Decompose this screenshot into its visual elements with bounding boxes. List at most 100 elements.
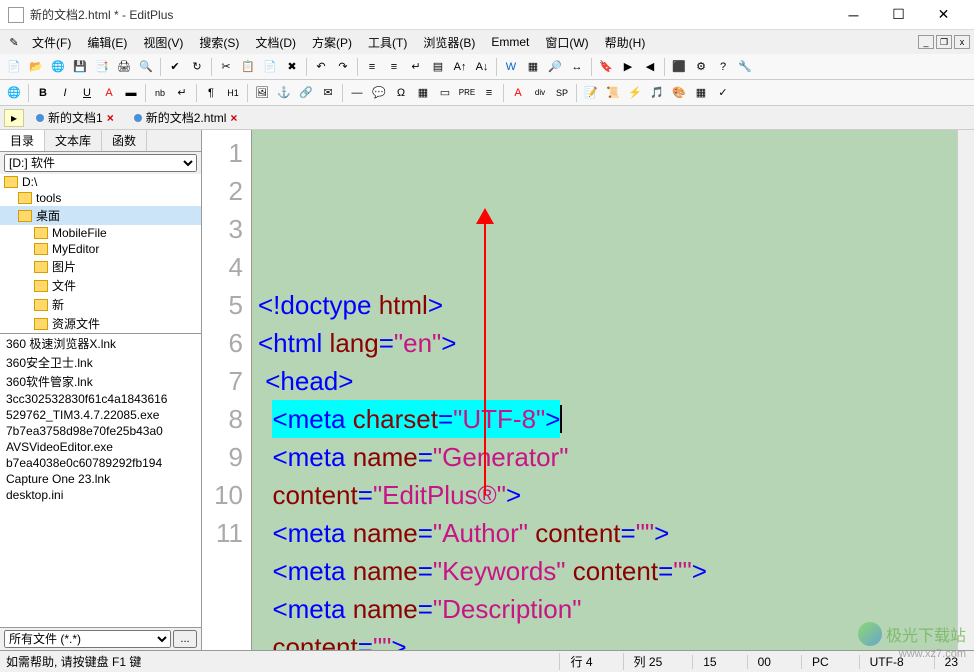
js-icon[interactable]: 📜	[603, 83, 623, 103]
menu-project[interactable]: 方案(P)	[304, 32, 360, 53]
span-icon[interactable]: SP	[552, 83, 572, 103]
menu-search[interactable]: 搜索(S)	[191, 32, 247, 53]
new-file-icon[interactable]: 📄	[4, 57, 24, 77]
paste-icon[interactable]: 📄	[260, 57, 280, 77]
indent-left-icon[interactable]: ≡	[362, 57, 382, 77]
code-area[interactable]: <!doctype html><html lang="en"> <head> <…	[252, 130, 957, 650]
form-icon[interactable]: ▭	[435, 83, 455, 103]
font-dec-icon[interactable]: A↓	[472, 57, 492, 77]
close-button[interactable]: ✕	[921, 0, 966, 30]
tree-node[interactable]: 图片	[0, 257, 201, 276]
underline-icon[interactable]: U	[77, 83, 97, 103]
tree-node[interactable]: MyEditor	[0, 241, 201, 257]
heading-icon[interactable]: H1	[223, 83, 243, 103]
toggle-1-icon[interactable]: ▦	[523, 57, 543, 77]
redo-icon[interactable]: ↷	[333, 57, 353, 77]
bookmark-next-icon[interactable]: ▶	[618, 57, 638, 77]
print-preview-icon[interactable]: 🔍	[136, 57, 156, 77]
font-inc-icon[interactable]: A↑	[450, 57, 470, 77]
code-line[interactable]: <html lang="en">	[258, 324, 951, 362]
bookmark-icon[interactable]: 🔖	[596, 57, 616, 77]
menu-tools[interactable]: 工具(T)	[360, 32, 415, 53]
file-list[interactable]: 360 极速浏览器X.lnk360安全卫士.lnk360软件管家.lnk3cc3…	[0, 334, 201, 628]
delete-icon[interactable]: ✖	[282, 57, 302, 77]
file-item[interactable]: 529762_TIM3.4.7.22085.exe	[0, 407, 201, 423]
menu-file[interactable]: 文件(F)	[24, 32, 79, 53]
hr-icon[interactable]: —	[347, 83, 367, 103]
file-item[interactable]: 7b7ea3758d98e70fe25b43a0	[0, 423, 201, 439]
para-icon[interactable]: ¶	[201, 83, 221, 103]
css-icon[interactable]: 📝	[581, 83, 601, 103]
code-line[interactable]: <meta name="Keywords" content="">	[258, 552, 951, 590]
app-menu-icon[interactable]: ✎	[4, 32, 24, 52]
spellcheck-icon[interactable]: ✔	[165, 57, 185, 77]
filter-apply-button[interactable]: ...	[173, 630, 197, 648]
file-item[interactable]: desktop.ini	[0, 487, 201, 503]
bookmark-prev-icon[interactable]: ◀	[640, 57, 660, 77]
indent-right-icon[interactable]: ≡	[384, 57, 404, 77]
file-item[interactable]: b7ea4038e0c60789292fb194	[0, 455, 201, 471]
break-icon[interactable]: ↵	[172, 83, 192, 103]
script-icon[interactable]: A	[508, 83, 528, 103]
tab-doc2[interactable]: 新的文档2.html ×	[126, 107, 246, 128]
menu-browser[interactable]: 浏览器(B)	[415, 32, 483, 53]
tab-close-icon[interactable]: ×	[107, 111, 114, 125]
save-all-icon[interactable]: 📑	[92, 57, 112, 77]
replace-icon[interactable]: ↔	[567, 57, 587, 77]
maximize-button[interactable]: ☐	[876, 0, 921, 30]
media-icon[interactable]: 🎵	[647, 83, 667, 103]
drive-selector[interactable]: [D:] 软件	[4, 154, 197, 172]
sidebar-tab-cliptext[interactable]: 文本库	[45, 130, 102, 151]
flash-icon[interactable]: ⚡	[625, 83, 645, 103]
table-icon[interactable]: ▦	[413, 83, 433, 103]
open-remote-icon[interactable]: 🌐	[48, 57, 68, 77]
sidebar-tab-functions[interactable]: 函数	[102, 130, 147, 151]
save-icon[interactable]: 💾	[70, 57, 90, 77]
copy-icon[interactable]: 📋	[238, 57, 258, 77]
browser-icon[interactable]: 🌐	[4, 83, 24, 103]
nbsp-icon[interactable]: nb	[150, 83, 170, 103]
code-line[interactable]: <meta name="Description"	[258, 590, 951, 628]
reload-icon[interactable]: ↻	[187, 57, 207, 77]
tree-node[interactable]: 资源文件	[0, 314, 201, 333]
mail-icon[interactable]: ✉	[318, 83, 338, 103]
code-line[interactable]: <meta charset="UTF-8">	[258, 400, 951, 438]
tab-close-icon[interactable]: ×	[230, 111, 237, 125]
menu-help[interactable]: 帮助(H)	[597, 32, 654, 53]
tree-node[interactable]: 文件	[0, 276, 201, 295]
comment-icon[interactable]: 💬	[369, 83, 389, 103]
highlight-icon[interactable]: ▬	[121, 83, 141, 103]
font-color-icon[interactable]: A	[99, 83, 119, 103]
column-icon[interactable]: ▤	[428, 57, 448, 77]
file-item[interactable]: 360安全卫士.lnk	[0, 353, 201, 372]
new-tab-button[interactable]: ▸	[4, 109, 24, 127]
print-icon[interactable]: 🖨	[114, 57, 134, 77]
file-item[interactable]: 3cc302532830f61c4a1843616	[0, 391, 201, 407]
wrap-icon[interactable]: ↵	[406, 57, 426, 77]
tool-x-icon[interactable]: 🔧	[735, 57, 755, 77]
mdi-minimize-icon[interactable]: _	[918, 35, 934, 49]
code-line[interactable]: content="">	[258, 628, 951, 650]
file-item[interactable]: AVSVideoEditor.exe	[0, 439, 201, 455]
menu-edit[interactable]: 编辑(E)	[79, 32, 135, 53]
open-file-icon[interactable]: 📂	[26, 57, 46, 77]
image-icon[interactable]: 🖼	[252, 83, 272, 103]
settings-icon[interactable]: ⚙	[691, 57, 711, 77]
char-icon[interactable]: Ω	[391, 83, 411, 103]
palette-icon[interactable]: ▦	[691, 83, 711, 103]
menu-window[interactable]: 窗口(W)	[537, 32, 596, 53]
cut-icon[interactable]: ✂	[216, 57, 236, 77]
tree-node[interactable]: 新	[0, 295, 201, 314]
mdi-restore-icon[interactable]: ❐	[936, 35, 952, 49]
list-icon[interactable]: ≡	[479, 83, 499, 103]
file-filter-select[interactable]: 所有文件 (*.*)	[4, 630, 171, 648]
code-line[interactable]: content="EditPlus®">	[258, 476, 951, 514]
code-line[interactable]: <head>	[258, 362, 951, 400]
file-item[interactable]: 360软件管家.lnk	[0, 372, 201, 391]
find-icon[interactable]: 🔎	[545, 57, 565, 77]
tab-doc1[interactable]: 新的文档1 ×	[28, 107, 122, 128]
bold-icon[interactable]: B	[33, 83, 53, 103]
link-icon[interactable]: 🔗	[296, 83, 316, 103]
anchor-icon[interactable]: ⚓	[274, 83, 294, 103]
code-line[interactable]: <meta name="Author" content="">	[258, 514, 951, 552]
